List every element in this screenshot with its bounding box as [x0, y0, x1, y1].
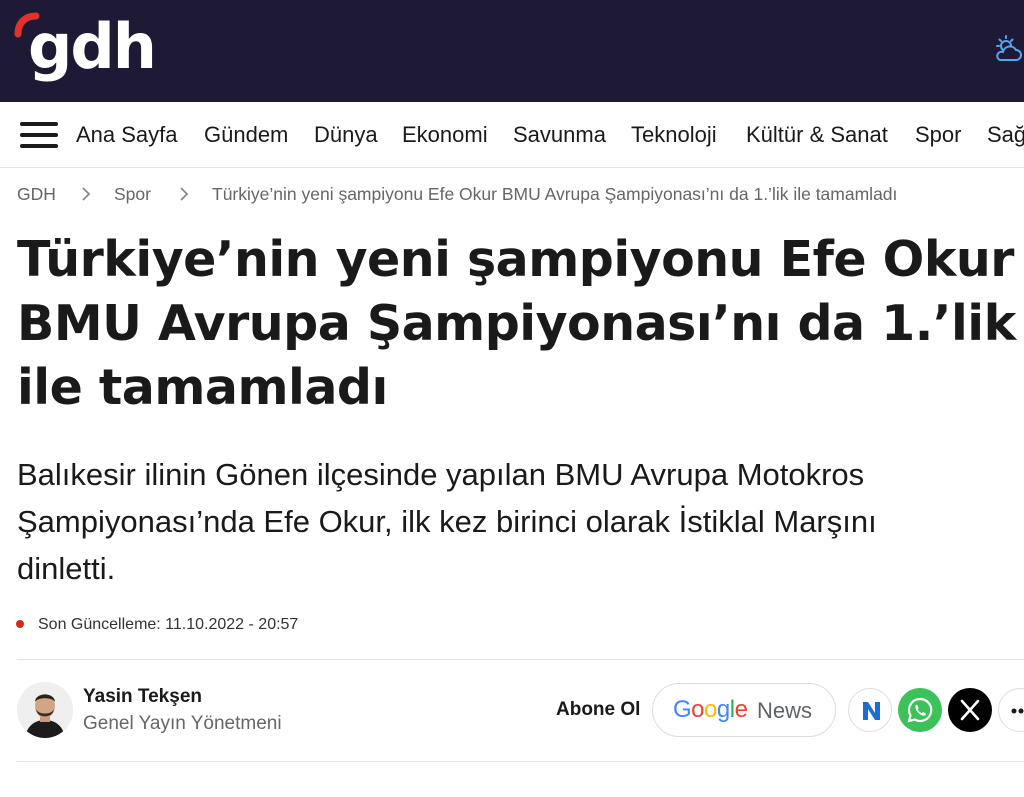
chevron-right-icon	[180, 187, 189, 201]
breadcrumb-current: Türkiye’nin yeni şampiyonu Efe Okur BMU …	[212, 184, 898, 204]
status-dot-icon	[16, 620, 24, 628]
nav-item-ana-sayfa[interactable]: Ana Sayfa	[76, 122, 178, 148]
more-dots-icon	[1011, 708, 1024, 714]
x-twitter-icon	[960, 699, 980, 721]
divider	[17, 659, 1024, 660]
more-share-button[interactable]	[998, 688, 1024, 732]
nav-item-ekonomi[interactable]: Ekonomi	[402, 122, 488, 148]
author-name[interactable]: Yasin Tekşen	[83, 686, 202, 708]
nav-item-spor[interactable]: Spor	[915, 122, 961, 148]
newsstand-n-icon	[863, 702, 880, 720]
headline-line: Türkiye’nin yeni şampiyonu Efe Okur	[17, 231, 1014, 288]
google-news-button[interactable]: Google News	[652, 683, 836, 737]
headline-line: ile tamamladı	[17, 359, 388, 416]
summary-line: Balıkesir ilinin Gönen ilçesinde yapılan…	[17, 457, 865, 492]
hamburger-menu-icon[interactable]	[20, 122, 58, 150]
main-navigation: Ana Sayfa Gündem Dünya Ekonomi Savunma T…	[0, 102, 1024, 168]
nav-item-saglik[interactable]: Sağ	[987, 122, 1024, 148]
subscribe-label: Abone Ol	[556, 699, 641, 720]
newsstand-n-button[interactable]	[848, 688, 892, 732]
site-header: gdh	[0, 0, 1024, 102]
whatsapp-share-button[interactable]	[898, 688, 942, 732]
divider	[17, 761, 1024, 762]
nav-item-kultur-sanat[interactable]: Kültür & Sanat	[746, 122, 888, 148]
summary-line: dinletti.	[17, 551, 116, 586]
weather-cloud-sun-icon[interactable]	[992, 34, 1024, 66]
nav-item-savunma[interactable]: Savunma	[513, 122, 606, 148]
logo-text: gdh	[28, 10, 157, 83]
summary-line: Şampiyonası’nda Efe Okur, ilk kez birinc…	[17, 504, 877, 539]
author-role: Genel Yayın Yönetmeni	[83, 713, 282, 734]
breadcrumb: GDH Spor Türkiye’nin yeni şampiyonu Efe …	[17, 183, 1017, 207]
x-share-button[interactable]	[948, 688, 992, 732]
article-summary: Balıkesir ilinin Gönen ilçesinde yapılan…	[17, 451, 1017, 592]
nav-item-dunya[interactable]: Dünya	[314, 122, 378, 148]
breadcrumb-category[interactable]: Spor	[114, 183, 151, 205]
last-updated-text: Son Güncelleme: 11.10.2022 - 20:57	[38, 616, 299, 633]
chevron-right-icon	[82, 187, 91, 201]
author-avatar[interactable]	[17, 682, 73, 738]
headline-line: BMU Avrupa Şampiyonası’nı da 1.’lik	[17, 295, 1016, 352]
person-avatar-icon	[17, 682, 73, 738]
article-headline: Türkiye’nin yeni şampiyonu Efe Okur BMU …	[17, 228, 1022, 420]
google-news-label: News	[757, 698, 813, 723]
whatsapp-icon	[907, 697, 933, 723]
google-logo-text: Google	[673, 696, 748, 723]
site-logo[interactable]: gdh	[14, 12, 157, 92]
breadcrumb-home[interactable]: GDH	[17, 183, 56, 205]
nav-item-teknoloji[interactable]: Teknoloji	[631, 122, 717, 148]
nav-item-gundem[interactable]: Gündem	[204, 122, 288, 148]
